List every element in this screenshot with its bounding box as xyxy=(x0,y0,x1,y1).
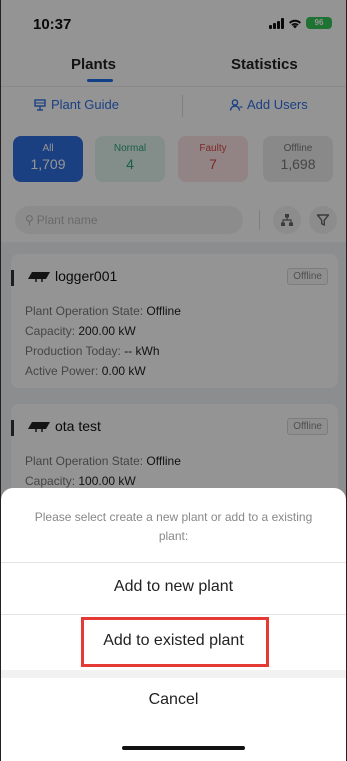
sheet-divider xyxy=(1,614,346,615)
app-screen: 10:37 96 Plants Statistics Plant Guide A… xyxy=(0,0,347,761)
add-to-new-plant-button[interactable]: Add to new plant xyxy=(1,578,346,596)
highlight-box xyxy=(81,617,269,667)
cancel-button[interactable]: Cancel xyxy=(1,691,346,709)
action-sheet-message: Please select create a new plant or add … xyxy=(34,510,313,543)
sheet-gap xyxy=(1,670,346,678)
home-indicator xyxy=(122,746,245,750)
sheet-divider xyxy=(1,562,346,563)
